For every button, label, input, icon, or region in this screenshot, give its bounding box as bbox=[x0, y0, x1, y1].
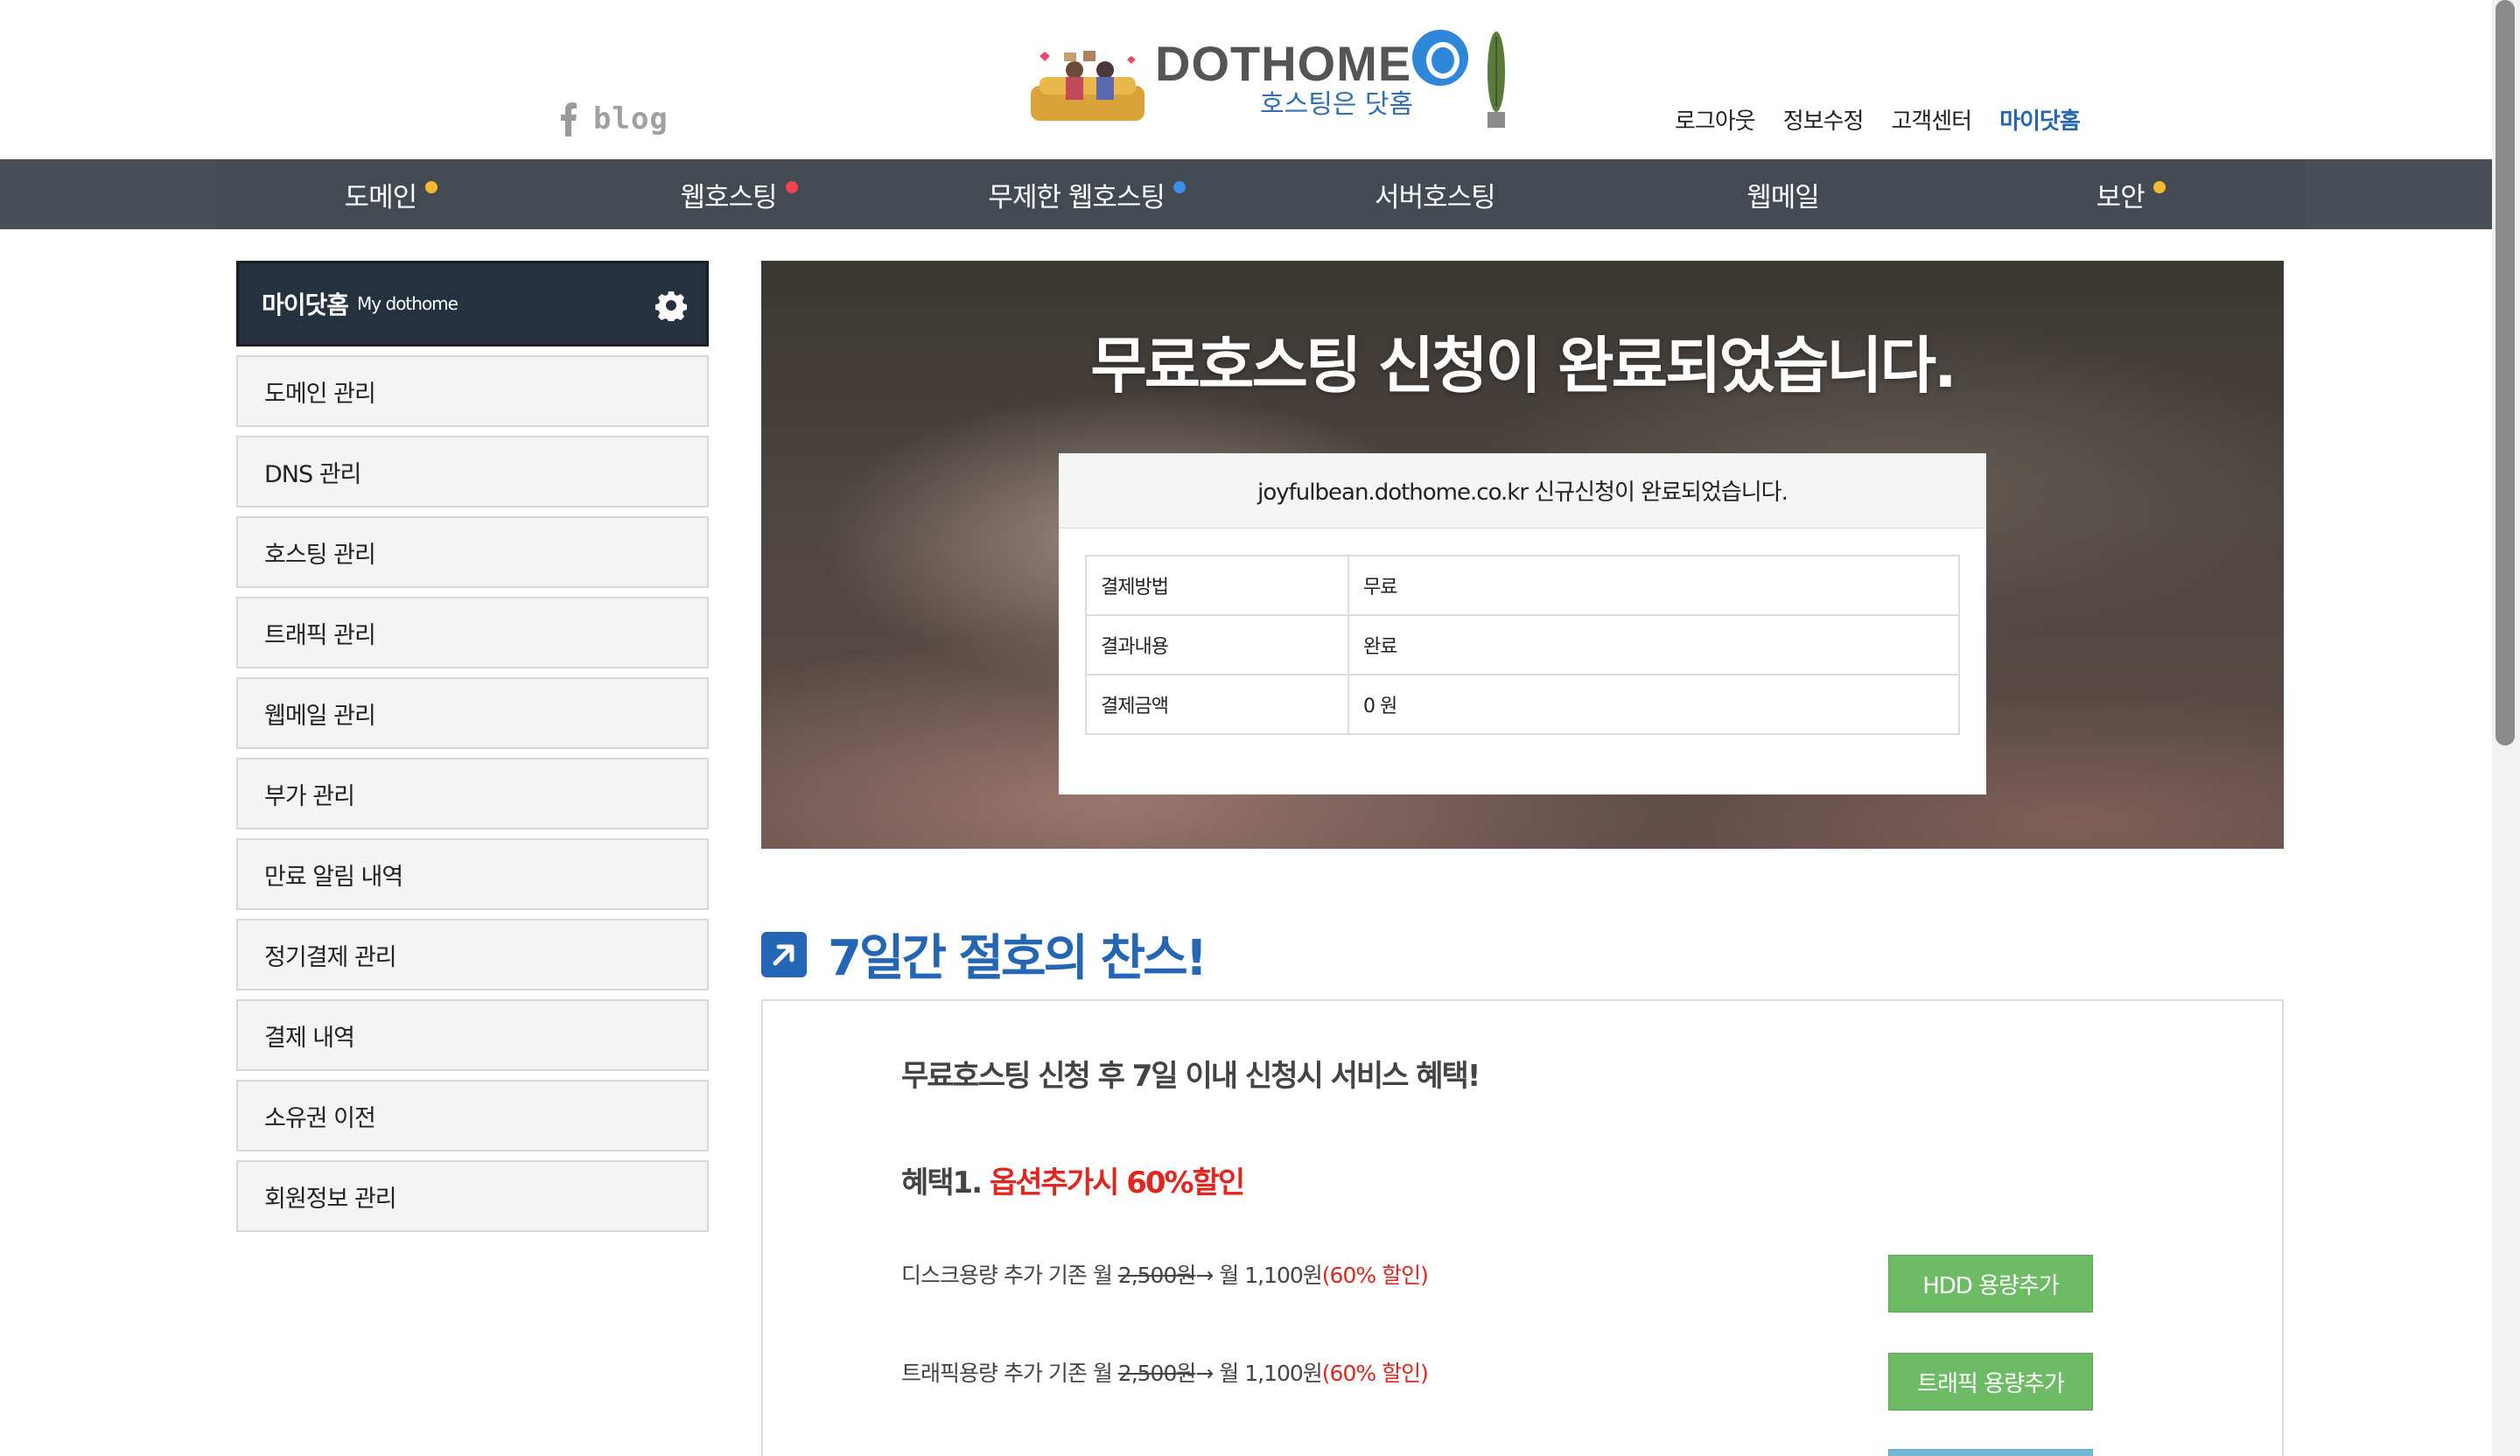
sidebar-item-payment-history[interactable]: 결제 내역 bbox=[236, 999, 709, 1071]
nav-item-label: 서버호스팅 bbox=[1375, 181, 1496, 214]
offer-prefix: 디스크용량 추가 기존 월 bbox=[901, 1263, 1118, 1288]
arrow-up-right-icon bbox=[761, 931, 807, 977]
blog-link[interactable]: blog bbox=[560, 102, 668, 136]
gear-icon[interactable] bbox=[655, 290, 687, 321]
benefit-lead: 무료호스팅 신청 후 7일 이내 신청시 서비스 혜택! bbox=[901, 1059, 1480, 1094]
offer-old-price: 2,500원 bbox=[1117, 1263, 1197, 1288]
table-row: 결과내용 완료 bbox=[1085, 614, 1960, 676]
nav-item-label: 도메인 bbox=[344, 181, 418, 214]
sidebar-item-expiry-alerts[interactable]: 만료 알림 내역 bbox=[236, 838, 709, 910]
promo-title: 7일간 절호의 찬스! bbox=[828, 930, 1208, 987]
result-box: joyfulbean.dothome.co.kr 신규신청이 완료되었습니다. … bbox=[1059, 453, 1986, 794]
top-header: blog DOTHOME 호스팅은 닷홈 로그아웃 정보수정 고객센터 마이닷홈 bbox=[0, 0, 2520, 159]
offer-old-price: 2,500원 bbox=[1117, 1361, 1197, 1386]
offer-row-disk: 디스크용량 추가 기존 월 2,500원→ 월 1,100원(60% 할인) bbox=[901, 1258, 1429, 1290]
sidebar-item-hosting[interactable]: 호스팅 관리 bbox=[236, 516, 709, 588]
offer-prefix: 트래픽용량 추가 기존 월 bbox=[901, 1361, 1118, 1386]
plant-icon bbox=[1488, 32, 1505, 128]
sidebar-item-addon[interactable]: 부가 관리 bbox=[236, 758, 709, 830]
nav-dot-icon bbox=[425, 181, 438, 193]
sidebar-item-ownership-transfer[interactable]: 소유권 이전 bbox=[236, 1080, 709, 1152]
sidebar: 마이닷홈 My dothome 도메인 관리 DNS 관리 호스팅 관리 트래픽… bbox=[236, 261, 709, 1232]
sidebar-item-recurring-payment[interactable]: 정기결제 관리 bbox=[236, 919, 709, 990]
logo-d-icon bbox=[1412, 30, 1468, 86]
benefit-highlight: 옵션추가시 60%할인 bbox=[989, 1166, 1245, 1200]
nav-item-server-hosting[interactable]: 서버호스팅 bbox=[1261, 159, 1609, 229]
user-menu: 로그아웃 정보수정 고객센터 마이닷홈 bbox=[1675, 103, 2520, 136]
result-key: 결제방법 bbox=[1085, 555, 1349, 616]
result-key: 결제금액 bbox=[1085, 674, 1349, 735]
nav-dot-icon bbox=[1172, 181, 1186, 193]
traffic-upgrade-button[interactable]: 트래픽 용량추가 bbox=[1888, 1353, 2093, 1410]
facebook-icon[interactable] bbox=[560, 102, 578, 136]
hero-banner: 무료호스팅 신청이 완료되었습니다. joyfulbean.dothome.co… bbox=[761, 261, 2284, 849]
sidebar-item-webmail[interactable]: 웹메일 관리 bbox=[236, 677, 709, 749]
nav-item-domain[interactable]: 도메인 bbox=[217, 159, 565, 229]
offer-new-price: → 월 1,100원 bbox=[1195, 1361, 1322, 1386]
sidebar-title: 마이닷홈 bbox=[262, 290, 349, 319]
dothome-logo[interactable]: DOTHOME 호스팅은 닷홈 bbox=[1015, 24, 1514, 133]
logout-link[interactable]: 로그아웃 bbox=[1675, 103, 1756, 136]
sidebar-item-dns[interactable]: DNS 관리 bbox=[236, 436, 709, 508]
nav-item-unlimited-webhosting[interactable]: 무제한 웹호스팅 bbox=[913, 159, 1261, 229]
scrollbar-thumb[interactable] bbox=[2496, 0, 2515, 746]
nav-item-label: 무제한 웹호스팅 bbox=[988, 181, 1165, 214]
nav-item-webhosting[interactable]: 웹호스팅 bbox=[565, 159, 914, 229]
sidebar-title-en: My dothome bbox=[357, 293, 458, 314]
hero-title: 무료호스팅 신청이 완료되었습니다. bbox=[1090, 330, 1956, 402]
next-offer-button[interactable] bbox=[1888, 1449, 2093, 1456]
nav-item-webmail[interactable]: 웹메일 bbox=[1609, 159, 1957, 229]
my-dothome-link[interactable]: 마이닷홈 bbox=[1999, 103, 2081, 136]
result-table: 결제방법 무료 결과내용 완료 결제금액 0 원 bbox=[1085, 555, 1960, 735]
result-value: 0 원 bbox=[1348, 674, 1960, 735]
benefit-prefix: 혜택1. bbox=[901, 1166, 983, 1200]
nav-item-label: 보안 bbox=[2096, 181, 2146, 214]
page-root: blog DOTHOME 호스팅은 닷홈 로그아웃 정보수정 고객센터 마이닷홈… bbox=[0, 0, 2520, 1456]
result-key: 결과내용 bbox=[1085, 614, 1349, 676]
main-nav: 도메인 웹호스팅 무제한 웹호스팅 서버호스팅 웹메일 보안 bbox=[0, 159, 2520, 229]
result-header: joyfulbean.dothome.co.kr 신규신청이 완료되었습니다. bbox=[1059, 453, 1986, 528]
result-value: 완료 bbox=[1348, 614, 1960, 676]
couch-illustration-icon bbox=[1031, 51, 1144, 121]
edit-info-link[interactable]: 정보수정 bbox=[1783, 103, 1865, 136]
offer-new-price: → 월 1,100원 bbox=[1195, 1263, 1322, 1288]
table-row: 결제금액 0 원 bbox=[1085, 674, 1960, 735]
nav-dot-icon bbox=[785, 181, 798, 193]
sidebar-item-member-info[interactable]: 회원정보 관리 bbox=[236, 1160, 709, 1232]
result-value: 무료 bbox=[1348, 555, 1960, 616]
table-row: 결제방법 무료 bbox=[1085, 555, 1960, 616]
logo-subtitle: 호스팅은 닷홈 bbox=[1260, 89, 1414, 120]
sidebar-item-domain[interactable]: 도메인 관리 bbox=[236, 355, 709, 427]
benefit-heading: 혜택1. 옵션추가시 60%할인 bbox=[901, 1158, 1245, 1201]
nav-dot-icon bbox=[2152, 181, 2166, 193]
offer-row-traffic: 트래픽용량 추가 기존 월 2,500원→ 월 1,100원(60% 할인) bbox=[901, 1356, 1429, 1388]
benefit-box: 무료호스팅 신청 후 7일 이내 신청시 서비스 혜택! 혜택1. 옵션추가시 … bbox=[761, 999, 2284, 1456]
blog-label[interactable]: blog bbox=[593, 102, 668, 136]
sidebar-header[interactable]: 마이닷홈 My dothome bbox=[236, 261, 709, 346]
main-nav-inner: 도메인 웹호스팅 무제한 웹호스팅 서버호스팅 웹메일 보안 bbox=[217, 159, 2305, 229]
nav-item-label: 웹호스팅 bbox=[680, 181, 777, 214]
promo-section-title: 7일간 절호의 찬스! bbox=[761, 919, 1208, 990]
offer-discount: (60% 할인) bbox=[1321, 1361, 1429, 1386]
nav-item-security[interactable]: 보안 bbox=[1956, 159, 2305, 229]
hdd-upgrade-button[interactable]: HDD 용량추가 bbox=[1888, 1255, 2093, 1312]
customer-center-link[interactable]: 고객센터 bbox=[1891, 103, 1972, 136]
nav-item-label: 웹메일 bbox=[1746, 181, 1820, 214]
offer-discount: (60% 할인) bbox=[1321, 1263, 1429, 1288]
sidebar-item-traffic[interactable]: 트래픽 관리 bbox=[236, 597, 709, 668]
